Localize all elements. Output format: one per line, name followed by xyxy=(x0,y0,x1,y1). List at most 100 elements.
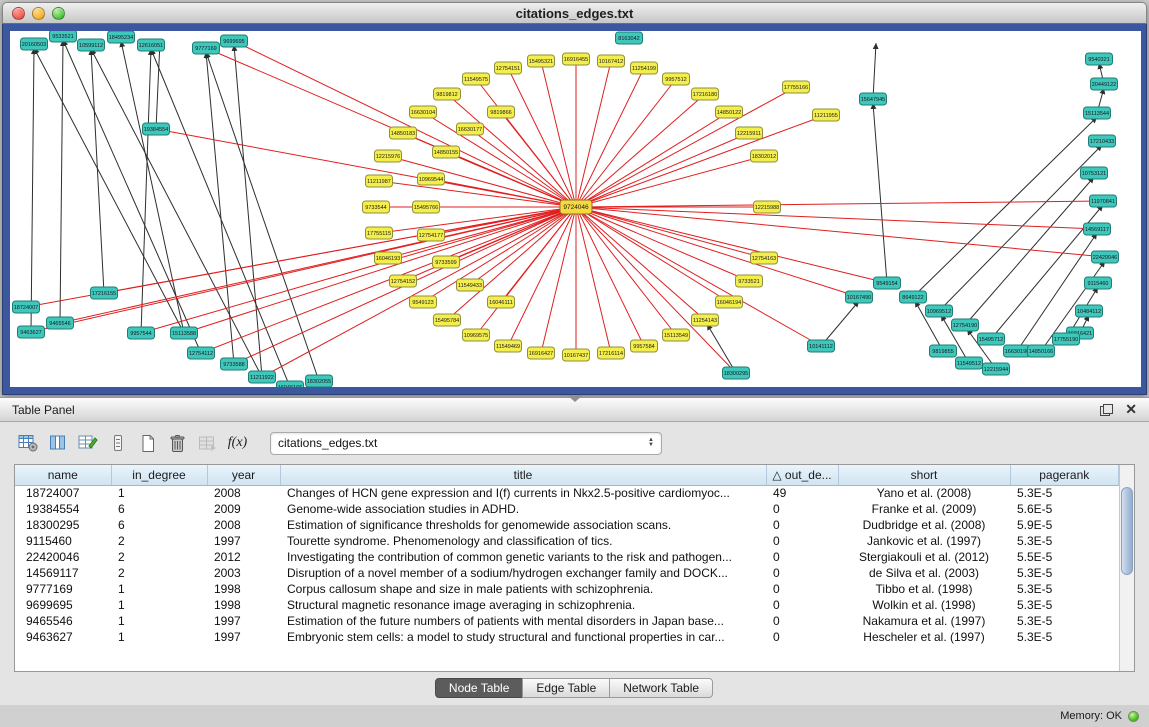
graph-node[interactable]: 18495234 xyxy=(108,31,135,43)
graph-node[interactable]: 12754163 xyxy=(751,252,778,264)
graph-node[interactable]: 10167437 xyxy=(563,349,590,361)
graph-node[interactable]: 20160503 xyxy=(21,38,48,50)
table-row[interactable]: 911546021997Tourette syndrome. Phenomeno… xyxy=(15,533,1119,549)
graph-hub-node[interactable]: 9724046 xyxy=(560,200,592,214)
column-header[interactable]: in_degree xyxy=(111,465,207,485)
row-tool-icon[interactable] xyxy=(104,430,131,456)
column-header[interactable]: short xyxy=(838,465,1010,485)
graph-node[interactable]: 16630177 xyxy=(457,123,484,135)
graph-node[interactable]: 9777169 xyxy=(193,42,220,54)
graph-node[interactable]: 9549123 xyxy=(410,296,437,308)
graph-node[interactable]: 9819812 xyxy=(434,88,461,100)
column-header[interactable]: pagerank xyxy=(1010,465,1119,485)
scrollbar-thumb[interactable] xyxy=(1121,487,1133,575)
graph-node[interactable]: 9819866 xyxy=(488,106,515,118)
edit-table-icon[interactable] xyxy=(74,430,101,456)
close-panel-icon[interactable]: ✕ xyxy=(1125,401,1137,418)
graph-node[interactable]: 12754112 xyxy=(188,347,215,359)
graph-node[interactable]: 16630190 xyxy=(1004,345,1031,357)
graph-node[interactable]: 17216114 xyxy=(598,347,625,359)
graph-node[interactable]: 12754190 xyxy=(952,319,979,331)
graph-node[interactable]: 10599112 xyxy=(78,39,105,51)
graph-node[interactable]: 10167412 xyxy=(598,55,625,67)
graph-node[interactable]: 10484112 xyxy=(1076,305,1103,317)
graph-node[interactable]: 14850122 xyxy=(716,106,743,118)
graph-node[interactable]: 9957584 xyxy=(631,340,658,352)
zoom-window-button[interactable] xyxy=(52,7,65,20)
graph-node[interactable]: 16046111 xyxy=(488,296,515,308)
graph-node[interactable]: 9463627 xyxy=(18,326,45,338)
import-table-icon[interactable] xyxy=(194,430,221,456)
graph-node[interactable]: 14569117 xyxy=(1084,223,1111,235)
graph-node[interactable]: 16630104 xyxy=(410,106,437,118)
table-row[interactable]: 1938455462009Genome-wide association stu… xyxy=(15,501,1119,517)
graph-node[interactable]: 12215988 xyxy=(754,201,781,213)
graph-node[interactable]: 11970841 xyxy=(1090,195,1117,207)
column-header[interactable]: name xyxy=(15,465,111,485)
graph-node[interactable]: 14850183 xyxy=(390,127,417,139)
table-row[interactable]: 977716911998Corpus callosum shape and si… xyxy=(15,581,1119,597)
graph-node[interactable]: 8163042 xyxy=(616,32,643,44)
float-panel-icon[interactable] xyxy=(1100,404,1113,416)
graph-node[interactable]: 9533521 xyxy=(50,31,77,42)
graph-node[interactable]: 16046166 xyxy=(277,381,304,387)
table-row[interactable]: 946554611997Estimation of the future num… xyxy=(15,613,1119,629)
graph-node[interactable]: 12616051 xyxy=(138,39,165,51)
graph-node[interactable]: 10167490 xyxy=(846,291,873,303)
graph-node[interactable]: 10969544 xyxy=(418,173,445,185)
graph-node[interactable]: 17755190 xyxy=(1053,333,1080,345)
graph-node[interactable]: 11549575 xyxy=(463,73,490,85)
graph-node[interactable]: 17216180 xyxy=(692,88,719,100)
graph-node[interactable]: 9549154 xyxy=(874,277,901,289)
graph-node[interactable]: 14850155 xyxy=(433,146,460,158)
graph-node[interactable]: 10753121 xyxy=(1081,167,1108,179)
graph-node[interactable]: 12754177 xyxy=(418,229,445,241)
table-row[interactable]: 1456911722003Disruption of a novel membe… xyxy=(15,565,1119,581)
show-columns-icon[interactable] xyxy=(44,430,71,456)
table-row[interactable]: 1830029562008Estimation of significance … xyxy=(15,517,1119,533)
graph-node[interactable]: 10969575 xyxy=(463,329,490,341)
table-row[interactable]: 969969511998Structural magnetic resonanc… xyxy=(15,597,1119,613)
graph-node[interactable]: 8649122 xyxy=(900,291,927,303)
graph-node[interactable]: 9733588 xyxy=(221,358,248,370)
column-header[interactable]: year xyxy=(207,465,280,485)
tab-network-table[interactable]: Network Table xyxy=(609,678,713,698)
table-source-select[interactable]: citations_edges.txt ▲▼ xyxy=(270,432,662,455)
graph-node[interactable]: 15113588 xyxy=(171,327,198,339)
graph-node[interactable]: 9540321 xyxy=(1086,53,1113,65)
graph-node[interactable]: 12754152 xyxy=(390,275,417,287)
network-canvas[interactable]: 201605039533521105991121849523412616051 9… xyxy=(10,31,1141,387)
graph-node[interactable]: 15495712 xyxy=(978,333,1005,345)
graph-node[interactable]: 9699695 xyxy=(221,35,248,47)
tab-node-table[interactable]: Node Table xyxy=(435,678,524,698)
column-header[interactable]: △ out_de... xyxy=(766,465,838,485)
graph-node[interactable]: 11254199 xyxy=(631,62,658,74)
graph-node[interactable]: 12215944 xyxy=(983,363,1010,375)
delete-trash-icon[interactable] xyxy=(164,430,191,456)
graph-node[interactable]: 10141112 xyxy=(808,340,835,352)
new-file-icon[interactable] xyxy=(134,430,161,456)
graph-node[interactable]: 11211922 xyxy=(249,371,276,383)
graph-node[interactable]: 17210433 xyxy=(1089,135,1116,147)
graph-node[interactable]: 9465546 xyxy=(47,317,74,329)
graph-node[interactable]: 18302055 xyxy=(306,375,333,387)
minimize-window-button[interactable] xyxy=(32,7,45,20)
table-row[interactable]: 1872400712008Changes of HCN gene express… xyxy=(15,485,1119,501)
table-row[interactable]: 2242004622012Investigating the contribut… xyxy=(15,549,1119,565)
graph-node[interactable]: 11254143 xyxy=(692,314,719,326)
graph-node[interactable]: 17755115 xyxy=(366,227,393,239)
graph-node[interactable]: 15647945 xyxy=(860,93,887,105)
graph-node[interactable]: 20449122 xyxy=(1091,78,1118,90)
table-row[interactable]: 946362711997Embryonic stem cells: a mode… xyxy=(15,629,1119,645)
tab-edge-table[interactable]: Edge Table xyxy=(522,678,610,698)
graph-node[interactable]: 9733544 xyxy=(363,201,390,213)
graph-node[interactable]: 9733599 xyxy=(433,256,460,268)
graph-node[interactable]: 17216155 xyxy=(91,287,118,299)
graph-node[interactable]: 15495784 xyxy=(434,314,461,326)
graph-node[interactable]: 10969512 xyxy=(926,305,953,317)
graph-node[interactable]: 22420046 xyxy=(1092,251,1119,263)
graph-node[interactable]: 15495766 xyxy=(413,201,440,213)
graph-node[interactable]: 9957544 xyxy=(128,327,155,339)
window-titlebar[interactable]: citations_edges.txt xyxy=(2,2,1147,24)
graph-node[interactable]: 9819855 xyxy=(930,345,957,357)
